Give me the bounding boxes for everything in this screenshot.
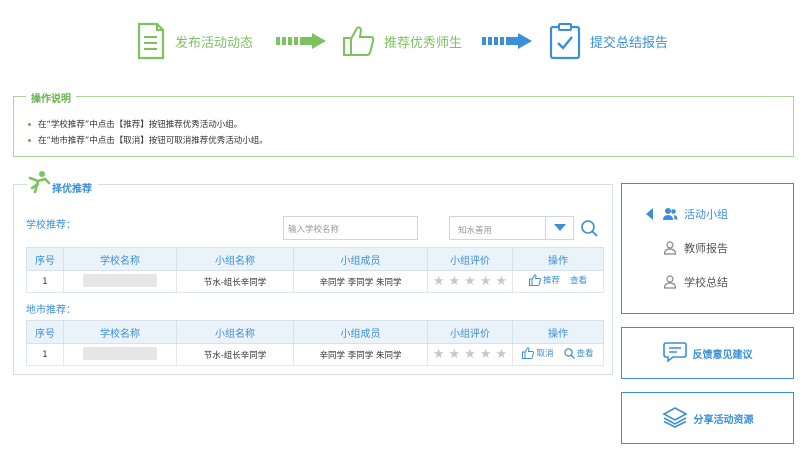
step-publish: 发布活动动态 (133, 20, 253, 62)
side-item-school-summary[interactable]: 学校总结 (662, 274, 728, 290)
user-icon (662, 274, 678, 290)
redacted-school-name (83, 273, 157, 287)
view-button[interactable]: 查看 (570, 274, 587, 286)
members-cell: 辛同学 李同学 朱同学 (293, 270, 428, 293)
col-header: 小组评价 (427, 320, 513, 344)
col-header: 小组名称 (176, 247, 294, 271)
instruction-item: 在“地市推荐”中点击【取消】按钮可取消推荐优秀活动小组。 (28, 133, 268, 149)
panel-title: 择优推荐 (52, 183, 92, 195)
school-table: 序号 学校名称 小组名称 小组成员 小组评价 操作 1 节水-组长辛同学 辛同学… (26, 247, 604, 293)
instructions-list: 在“学校推荐”中点击【推荐】按钮推荐优秀活动小组。 在“地市推荐”中点击【取消】… (28, 117, 268, 149)
school-name-cell (63, 343, 177, 366)
city-table: 序号 学校名称 小组名称 小组成员 小组评价 操作 1 节水-组长辛同学 辛同学… (26, 320, 604, 366)
col-header: 小组评价 (427, 247, 513, 271)
rating-stars[interactable]: ★ ★ ★ ★ ★ (433, 348, 507, 361)
table-row: 1 节水-组长辛同学 辛同学 李同学 朱同学 ★ ★ ★ ★ ★ 取消 查看 (26, 343, 604, 366)
school-name-cell (63, 270, 177, 293)
rating-cell: ★ ★ ★ ★ ★ (427, 270, 513, 293)
search-icon (563, 347, 575, 359)
redacted-school-name (83, 346, 157, 360)
document-icon (133, 21, 167, 61)
step-label: 提交总结报告 (590, 35, 669, 51)
select-value: 知水善用 (458, 226, 493, 236)
runner-icon (28, 170, 51, 197)
step-submit: 提交总结报告 (548, 20, 668, 62)
recommend-button[interactable]: 推荐 (528, 274, 560, 286)
group-name-cell: 节水-组长辛同学 (176, 270, 294, 293)
star-icon[interactable]: ★ (449, 348, 461, 361)
rating-cell: ★ ★ ★ ★ ★ (427, 343, 513, 366)
star-icon[interactable]: ★ (464, 275, 476, 288)
step-label: 发布活动动态 (175, 35, 254, 51)
step-label: 推荐优秀师生 (384, 35, 463, 51)
chat-icon (662, 341, 687, 366)
group-name-cell: 节水-组长辛同学 (176, 343, 294, 366)
col-header: 小组名称 (176, 320, 294, 344)
chevron-down-icon[interactable] (545, 217, 573, 239)
thumbs-up-icon (522, 347, 535, 359)
rating-stars[interactable]: ★ ★ ★ ★ ★ (433, 275, 507, 288)
table-row: 1 节水-组长辛同学 辛同学 李同学 朱同学 ★ ★ ★ ★ ★ 推荐 查看 (26, 270, 604, 293)
cancel-button[interactable]: 取消 (522, 347, 554, 359)
star-icon[interactable]: ★ (480, 275, 492, 288)
col-header: 操作 (512, 320, 604, 344)
layers-icon (661, 406, 688, 431)
col-header: 学校名称 (63, 247, 177, 271)
instruction-item: 在“学校推荐”中点击【推荐】按钮推荐优秀活动小组。 (28, 117, 268, 133)
search-icon[interactable] (580, 219, 598, 237)
instructions-title: 操作说明 (26, 90, 76, 105)
instructions-box: 操作说明 在“学校推荐”中点击【推荐】按钮推荐优秀活动小组。 在“地市推荐”中点… (13, 90, 794, 157)
activity-select[interactable]: 知水善用 (449, 216, 574, 240)
thumbs-up-icon (342, 21, 376, 61)
row-index: 1 (26, 343, 64, 366)
user-icon (662, 240, 678, 256)
thumbs-up-icon (528, 274, 541, 286)
share-resources-button[interactable]: 分享活动资源 (621, 392, 794, 444)
caret-left-icon (646, 208, 653, 220)
step-recommend: 推荐优秀师生 (342, 20, 462, 62)
action-cell: 取消 查看 (512, 343, 604, 366)
blue-arrow-icon (482, 33, 534, 52)
col-header: 小组成员 (293, 247, 428, 271)
star-icon[interactable]: ★ (495, 275, 507, 288)
row-index: 1 (26, 270, 64, 293)
side-item-teacher-report[interactable]: 教师报告 (662, 240, 728, 256)
action-cell: 推荐 查看 (512, 270, 604, 293)
side-menu: 活动小组 教师报告 学校总结 (621, 183, 794, 314)
star-icon[interactable]: ★ (480, 348, 492, 361)
star-icon[interactable]: ★ (495, 348, 507, 361)
members-cell: 辛同学 李同学 朱同学 (293, 343, 428, 366)
school-search-input[interactable]: 输入学校名称 (283, 216, 418, 240)
panel-header: 择优推荐 (28, 170, 98, 196)
table-header-row: 序号 学校名称 小组名称 小组成员 小组评价 操作 (26, 247, 604, 271)
star-icon[interactable]: ★ (449, 275, 461, 288)
star-icon[interactable]: ★ (433, 348, 445, 361)
bullet-icon (28, 123, 31, 126)
side-item-activity-group[interactable]: 活动小组 (662, 206, 728, 222)
green-arrow-icon (276, 33, 328, 52)
col-header: 操作 (512, 247, 604, 271)
process-steps: 发布活动动态 推荐优秀师生 提交总结报告 (133, 20, 693, 62)
star-icon[interactable]: ★ (433, 275, 445, 288)
bullet-icon (28, 139, 31, 142)
feedback-button[interactable]: 反馈意见建议 (621, 327, 794, 379)
col-header: 序号 (26, 247, 64, 271)
col-header: 序号 (26, 320, 64, 344)
col-header: 学校名称 (63, 320, 177, 344)
group-icon (662, 206, 678, 222)
recommend-panel: 择优推荐 学校推荐： 输入学校名称 知水善用 序号 学校名称 小组名称 小组成员… (13, 170, 613, 375)
col-header: 小组成员 (293, 320, 428, 344)
school-section-label: 学校推荐： (26, 220, 76, 231)
table-header-row: 序号 学校名称 小组名称 小组成员 小组评价 操作 (26, 320, 604, 344)
view-button[interactable]: 查看 (563, 347, 594, 359)
star-icon[interactable]: ★ (464, 348, 476, 361)
clipboard-check-icon (548, 21, 582, 61)
city-section-label: 地市推荐： (26, 305, 76, 316)
